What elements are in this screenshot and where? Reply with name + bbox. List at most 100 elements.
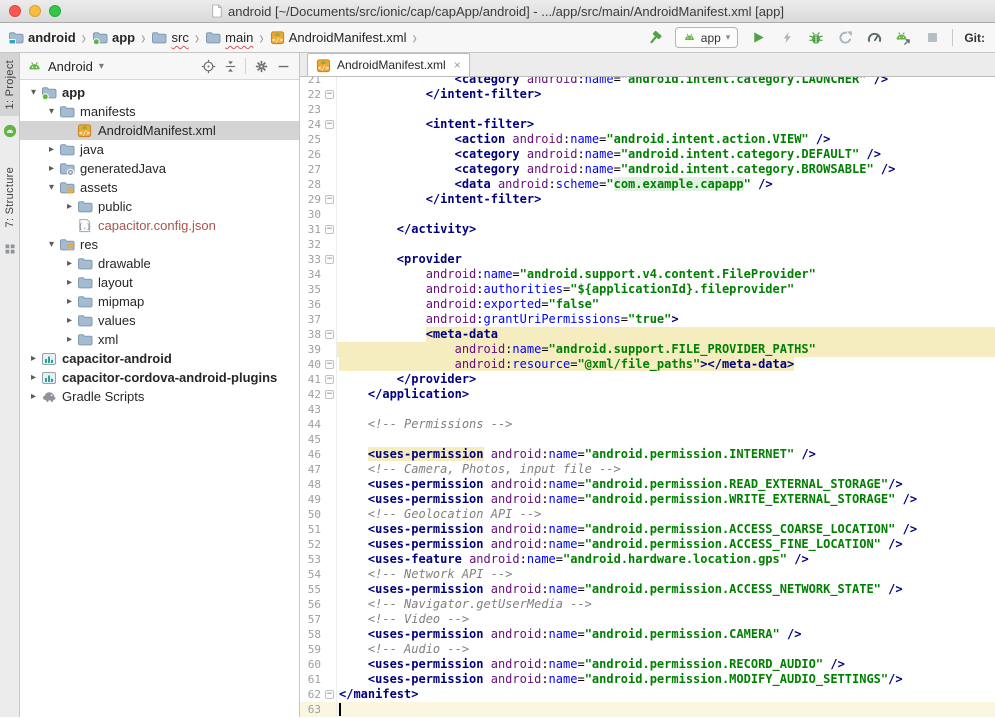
code-line-56[interactable]: 56 <!-- Navigator.getUserMedia --> bbox=[300, 597, 995, 612]
chevron-collapsed-icon[interactable]: ▸ bbox=[26, 391, 41, 402]
code-line-62[interactable]: 62−</manifest> bbox=[300, 687, 995, 702]
tree-item-capacitor-config-json[interactable]: {.}capacitor.config.json bbox=[20, 216, 299, 235]
code-line-47[interactable]: 47 <!-- Camera, Photos, input file --> bbox=[300, 462, 995, 477]
chevron-collapsed-icon[interactable]: ▸ bbox=[62, 334, 77, 345]
collapse-fold-icon[interactable]: − bbox=[325, 330, 334, 339]
code-line-48[interactable]: 48 <uses-permission android:name="androi… bbox=[300, 477, 995, 492]
android-captures-icon[interactable] bbox=[3, 124, 17, 138]
code-line-28[interactable]: 28 <data android:scheme="com.example.cap… bbox=[300, 177, 995, 192]
settings-gear-icon[interactable] bbox=[252, 57, 270, 75]
tree-item-capacitor-android[interactable]: ▸capacitor-android bbox=[20, 349, 299, 368]
code-line-41[interactable]: 41− </provider> bbox=[300, 372, 995, 387]
maximize-window-button[interactable] bbox=[49, 5, 61, 17]
tree-item-androidmanifest-xml[interactable]: </>AndroidManifest.xml bbox=[20, 121, 299, 140]
run-configuration-select[interactable]: app ▾ bbox=[675, 27, 739, 48]
chevron-expanded-icon[interactable]: ▾ bbox=[44, 239, 59, 250]
fold-marker[interactable]: − bbox=[324, 117, 337, 132]
collapse-fold-icon[interactable]: − bbox=[325, 360, 334, 369]
code-line-60[interactable]: 60 <uses-permission android:name="androi… bbox=[300, 657, 995, 672]
fold-marker[interactable]: − bbox=[324, 687, 337, 702]
tree-item-res[interactable]: ▾res bbox=[20, 235, 299, 254]
fold-marker[interactable]: − bbox=[324, 372, 337, 387]
code-line-57[interactable]: 57 <!-- Video --> bbox=[300, 612, 995, 627]
debug-icon[interactable] bbox=[807, 29, 825, 47]
chevron-collapsed-icon[interactable]: ▸ bbox=[44, 163, 59, 174]
code-line-44[interactable]: 44 <!-- Permissions --> bbox=[300, 417, 995, 432]
code-line-54[interactable]: 54 <!-- Network API --> bbox=[300, 567, 995, 582]
project-view-select[interactable]: Android bbox=[48, 59, 93, 74]
code-line-32[interactable]: 32 bbox=[300, 237, 995, 252]
collapse-fold-icon[interactable]: − bbox=[325, 690, 334, 699]
code-line-63[interactable]: 63 bbox=[300, 702, 995, 717]
chevron-collapsed-icon[interactable]: ▸ bbox=[62, 258, 77, 269]
tree-item-drawable[interactable]: ▸drawable bbox=[20, 254, 299, 273]
collapse-fold-icon[interactable]: − bbox=[325, 90, 334, 99]
tool-window-tab-project[interactable]: 1: Project bbox=[0, 53, 19, 116]
code-line-51[interactable]: 51 <uses-permission android:name="androi… bbox=[300, 522, 995, 537]
profile-icon[interactable] bbox=[836, 29, 854, 47]
code-line-45[interactable]: 45 bbox=[300, 432, 995, 447]
tree-item-java[interactable]: ▸java bbox=[20, 140, 299, 159]
tree-item-gradle-scripts[interactable]: ▸Gradle Scripts bbox=[20, 387, 299, 406]
chevron-collapsed-icon[interactable]: ▸ bbox=[44, 144, 59, 155]
chevron-expanded-icon[interactable]: ▾ bbox=[26, 87, 41, 98]
code-line-26[interactable]: 26 <category android:name="android.inten… bbox=[300, 147, 995, 162]
code-line-61[interactable]: 61 <uses-permission android:name="androi… bbox=[300, 672, 995, 687]
tree-item-mipmap[interactable]: ▸mipmap bbox=[20, 292, 299, 311]
editor-tab-androidmanifest[interactable]: </> AndroidManifest.xml × bbox=[307, 53, 470, 76]
code-line-25[interactable]: 25 <action android:name="android.intent.… bbox=[300, 132, 995, 147]
code-line-37[interactable]: 37 android:grantUriPermissions="true"> bbox=[300, 312, 995, 327]
profiler-gauge-icon[interactable] bbox=[865, 29, 883, 47]
code-line-21[interactable]: 21 <category android:name="android.inten… bbox=[300, 77, 995, 87]
tree-item-layout[interactable]: ▸layout bbox=[20, 273, 299, 292]
chevron-collapsed-icon[interactable]: ▸ bbox=[26, 372, 41, 383]
code-line-52[interactable]: 52 <uses-permission android:name="androi… bbox=[300, 537, 995, 552]
code-line-23[interactable]: 23 bbox=[300, 102, 995, 117]
code-line-39[interactable]: 39 android:name="android.support.FILE_PR… bbox=[300, 342, 995, 357]
tree-item-assets[interactable]: ▾assets bbox=[20, 178, 299, 197]
tree-item-xml[interactable]: ▸xml bbox=[20, 330, 299, 349]
code-line-58[interactable]: 58 <uses-permission android:name="androi… bbox=[300, 627, 995, 642]
code-line-35[interactable]: 35 android:authorities="${applicationId}… bbox=[300, 282, 995, 297]
collapse-fold-icon[interactable]: − bbox=[325, 375, 334, 384]
code-line-55[interactable]: 55 <uses-permission android:name="androi… bbox=[300, 582, 995, 597]
code-line-53[interactable]: 53 <uses-feature android:name="android.h… bbox=[300, 552, 995, 567]
close-tab-icon[interactable]: × bbox=[454, 58, 461, 72]
fold-marker[interactable]: − bbox=[324, 252, 337, 267]
collapse-fold-icon[interactable]: − bbox=[325, 120, 334, 129]
git-branch-widget[interactable]: Git: bbox=[964, 31, 985, 45]
code-line-38[interactable]: 38− <meta-data bbox=[300, 327, 995, 342]
chevron-collapsed-icon[interactable]: ▸ bbox=[62, 315, 77, 326]
collapse-fold-icon[interactable]: − bbox=[325, 255, 334, 264]
chevron-collapsed-icon[interactable]: ▸ bbox=[26, 353, 41, 364]
breadcrumb-item-src[interactable]: src bbox=[149, 29, 190, 47]
attach-debugger-android-icon[interactable] bbox=[894, 29, 912, 47]
tree-item-manifests[interactable]: ▾manifests bbox=[20, 102, 299, 121]
code-line-24[interactable]: 24− <intent-filter> bbox=[300, 117, 995, 132]
code-line-22[interactable]: 22− </intent-filter> bbox=[300, 87, 995, 102]
tree-item-generatedjava[interactable]: ▸generatedJava bbox=[20, 159, 299, 178]
breadcrumb-item-app[interactable]: app bbox=[90, 29, 137, 47]
collapse-fold-icon[interactable]: − bbox=[325, 225, 334, 234]
code-line-42[interactable]: 42− </application> bbox=[300, 387, 995, 402]
code-line-33[interactable]: 33− <provider bbox=[300, 252, 995, 267]
tree-item-public[interactable]: ▸public bbox=[20, 197, 299, 216]
collapse-fold-icon[interactable]: − bbox=[325, 195, 334, 204]
collapse-all-icon[interactable] bbox=[221, 57, 239, 75]
code-line-31[interactable]: 31− </activity> bbox=[300, 222, 995, 237]
code-line-49[interactable]: 49 <uses-permission android:name="androi… bbox=[300, 492, 995, 507]
apply-changes-icon[interactable] bbox=[778, 29, 796, 47]
breadcrumb-item-androidmanifest-xml[interactable]: </>AndroidManifest.xml bbox=[268, 29, 409, 46]
chevron-expanded-icon[interactable]: ▾ bbox=[44, 182, 59, 193]
fold-marker[interactable]: − bbox=[324, 387, 337, 402]
run-icon[interactable] bbox=[749, 29, 767, 47]
minimize-window-button[interactable] bbox=[29, 5, 41, 17]
breadcrumb-item-main[interactable]: main bbox=[203, 29, 255, 47]
tree-item-capacitor-cordova-android-plugins[interactable]: ▸capacitor-cordova-android-plugins bbox=[20, 368, 299, 387]
tree-item-values[interactable]: ▸values bbox=[20, 311, 299, 330]
code-line-29[interactable]: 29− </intent-filter> bbox=[300, 192, 995, 207]
chevron-collapsed-icon[interactable]: ▸ bbox=[62, 201, 77, 212]
code-line-34[interactable]: 34 android:name="android.support.v4.cont… bbox=[300, 267, 995, 282]
fold-marker[interactable]: − bbox=[324, 222, 337, 237]
code-editor[interactable]: 21 <category android:name="android.inten… bbox=[300, 77, 995, 717]
